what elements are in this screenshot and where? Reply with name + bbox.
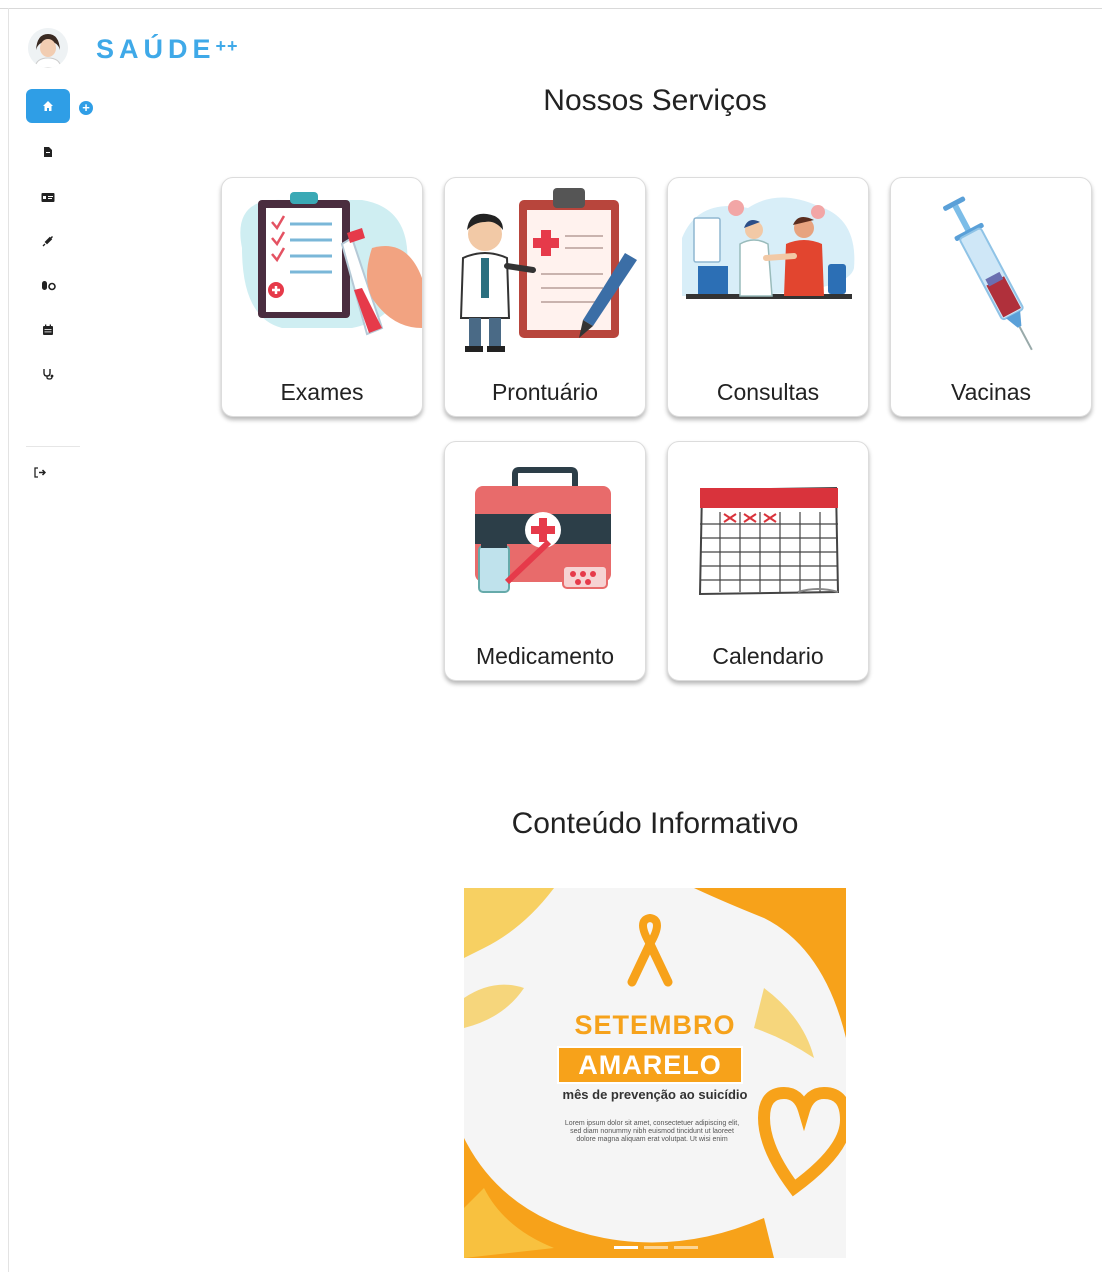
sidebar-item-calendar[interactable] [26,313,70,347]
syringe-illustration [943,196,1033,351]
carousel-indicator[interactable] [674,1246,698,1249]
sidebar-item-home[interactable] [26,89,70,123]
consultation-illustration [682,197,855,299]
sidebar-item-medicine[interactable] [26,268,70,302]
service-label-exames: Exames [280,379,364,405]
id-card-icon [41,192,55,202]
sidebar-item-consultations[interactable] [26,357,70,391]
sidebar-item-vaccines[interactable] [26,224,70,258]
brand-text: SAÚDE [96,34,216,64]
service-label-consultas: Consultas [716,379,820,405]
add-circle-icon[interactable]: + [79,101,93,115]
sidebar-item-logout[interactable] [18,455,62,489]
service-card-prontuario[interactable]: Prontuário [444,177,646,417]
brand-logo[interactable]: SAÚDE++ [96,34,239,65]
service-card-exames[interactable]: Exames [221,177,423,417]
service-label-vacinas: Vacinas [950,379,1032,405]
services-title: Nossos Serviços [543,84,767,117]
banner-title-line2: AMARELO [557,1046,743,1084]
document-icon [44,147,52,157]
window-left-border [8,8,9,1272]
banner-title-line1: SETEMBRO [574,1010,736,1040]
service-card-vacinas[interactable]: Vacinas [890,177,1092,417]
window-top-border [0,8,1102,9]
first-aid-kit-illustration [475,467,611,593]
home-icon [43,101,53,111]
banner-subtitle: mês de prevenção ao suicídio [562,1087,748,1102]
service-label-medicamento: Medicamento [475,643,615,669]
sidebar-item-id-card[interactable] [26,180,70,214]
brand-plus: ++ [215,36,239,56]
sidebar-divider [26,446,80,447]
sidebar-item-documents[interactable] [26,135,70,169]
service-card-medicamento[interactable]: Medicamento [444,441,646,681]
banner-body-text: Lorem ipsum dolor sit amet, consectetuer… [564,1120,740,1143]
service-card-consultas[interactable]: Consultas [667,177,869,417]
logout-icon [34,466,46,478]
medical-record-illustration [459,188,637,352]
syringe-icon [42,236,53,247]
info-banner-carousel[interactable]: SETEMBRO AMARELO mês de prevenção ao sui… [464,888,846,1258]
avatar[interactable] [28,28,68,68]
carousel-indicator[interactable] [644,1246,668,1249]
stethoscope-icon [43,369,54,380]
service-label-calendario: Calendario [712,643,824,669]
pills-icon [41,281,56,291]
calendar-illustration [698,486,840,596]
info-title: Conteúdo Informativo [511,807,799,840]
service-card-calendario[interactable]: Calendario [667,441,869,681]
exam-illustration [240,192,422,336]
carousel-indicators [614,1246,698,1249]
calendar-icon [43,324,53,335]
carousel-indicator[interactable] [614,1246,638,1249]
service-label-prontuario: Prontuário [491,379,599,405]
